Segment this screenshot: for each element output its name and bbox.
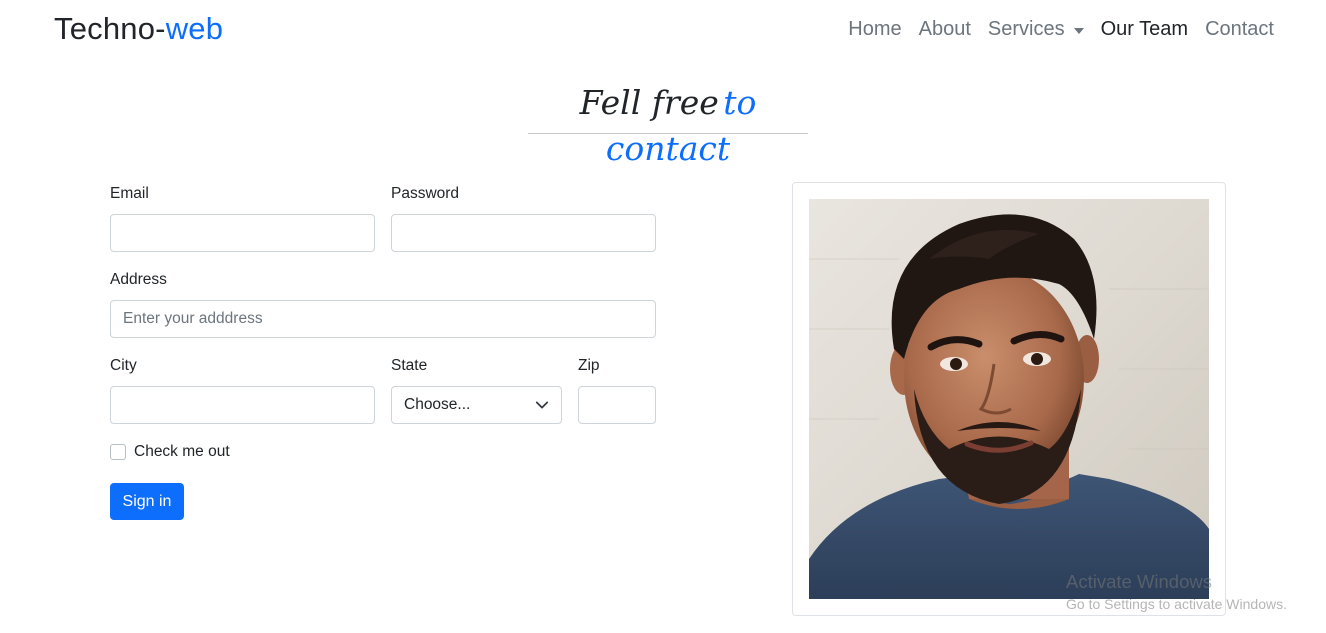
email-label: Email <box>110 185 149 202</box>
brand-accent: web <box>165 11 224 46</box>
state-select[interactable]: Choose... <box>391 386 562 424</box>
profile-image-card <box>792 182 1226 616</box>
portrait-image <box>809 199 1209 599</box>
zip-label: Zip <box>578 357 600 374</box>
chevron-down-icon <box>535 401 549 409</box>
activate-windows-watermark-title: Activate Windows <box>1066 571 1212 592</box>
sign-in-button[interactable]: Sign in <box>110 483 184 520</box>
city-field[interactable] <box>110 386 375 424</box>
zip-field[interactable] <box>578 386 656 424</box>
brand-logo[interactable]: Techno-web <box>54 11 223 47</box>
nav-link-our-team[interactable]: Our Team <box>1101 18 1188 41</box>
email-field[interactable] <box>110 214 375 252</box>
page-title-part1: Fell free <box>579 83 719 122</box>
nav-link-services-label: Services <box>987 18 1065 40</box>
nav-link-home[interactable]: Home <box>848 18 901 41</box>
navbar: Techno-web Home About Services Our Team … <box>0 0 1326 60</box>
nav-link-about[interactable]: About <box>919 18 971 41</box>
nav-link-services[interactable]: Services <box>988 18 1084 41</box>
page-title: Fell free to contact <box>528 80 808 168</box>
password-label: Password <box>391 185 460 202</box>
city-label: City <box>110 357 137 374</box>
profile-photo <box>809 199 1209 599</box>
nav-menu: Home About Services Our Team Contact <box>831 18 1274 41</box>
address-label: Address <box>110 271 167 288</box>
brand-main: Techno- <box>54 11 166 46</box>
nav-link-contact[interactable]: Contact <box>1205 18 1274 41</box>
state-label: State <box>391 357 428 374</box>
activate-windows-watermark-subtitle: Go to Settings to activate Windows. <box>1066 596 1287 612</box>
address-field[interactable] <box>110 300 656 338</box>
caret-down-icon <box>1073 27 1084 34</box>
check-me-out-checkbox[interactable] <box>110 444 126 460</box>
password-field[interactable] <box>391 214 656 252</box>
check-me-out-label[interactable]: Check me out <box>134 443 230 461</box>
state-selected-value: Choose... <box>404 396 471 413</box>
